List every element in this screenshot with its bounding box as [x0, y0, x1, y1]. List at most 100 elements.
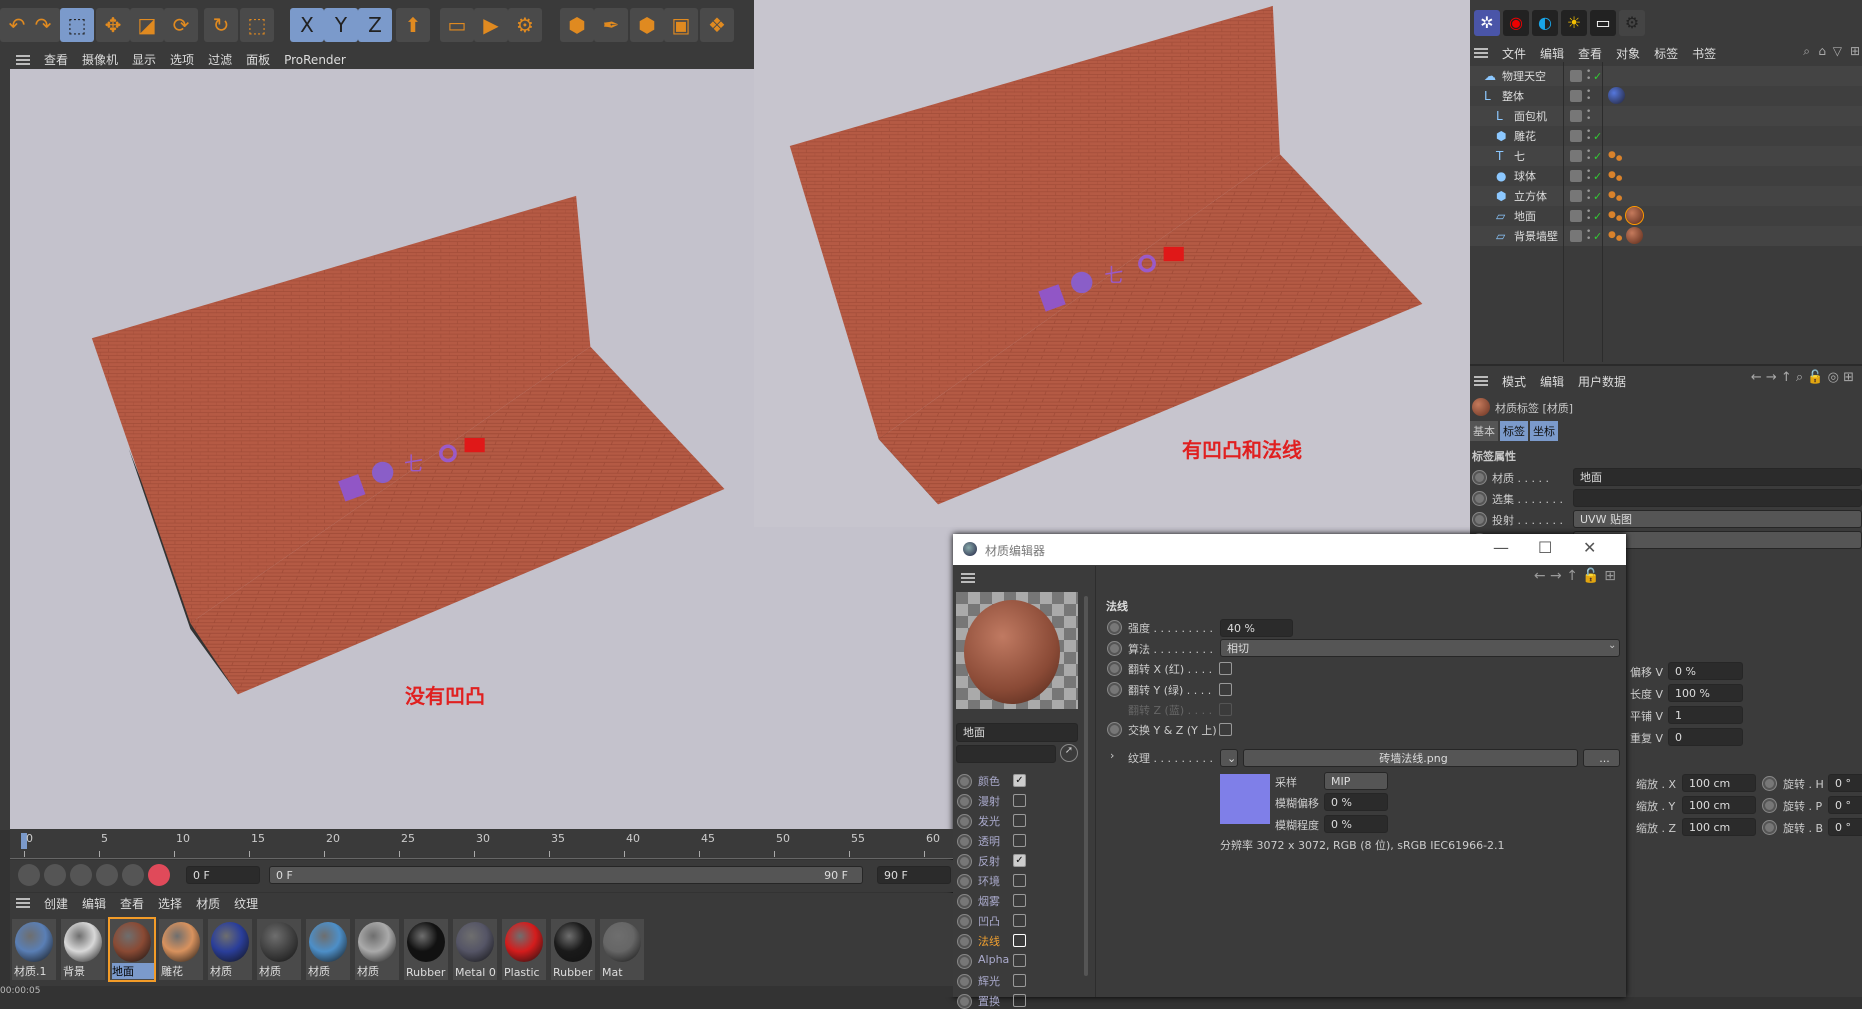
attr-value[interactable]: UVW 贴图	[1573, 510, 1862, 528]
expand-texture-icon[interactable]: ›	[1110, 749, 1114, 762]
flip-y-radio[interactable]	[1108, 683, 1121, 696]
blend-icon[interactable]	[96, 864, 118, 886]
menu-item[interactable]: 查看	[44, 51, 68, 68]
uv-input[interactable]: 100 %	[1668, 684, 1743, 702]
mix-icon[interactable]	[70, 864, 92, 886]
attr-value[interactable]: 地面	[1573, 468, 1862, 486]
home-icon[interactable]: ⌂	[1818, 44, 1826, 58]
edit-toggle[interactable]	[1570, 150, 1582, 162]
edit-toggle[interactable]	[1570, 190, 1582, 202]
current-frame-input[interactable]: 0 F	[186, 866, 260, 884]
autokey-icon[interactable]	[44, 864, 66, 886]
object-row[interactable]: ⬢ 雕花 • • ✓	[1470, 126, 1862, 146]
sampling-dropdown[interactable]: MIP	[1324, 772, 1388, 790]
phong-tag-icon[interactable]: ●●	[1608, 210, 1622, 222]
visibility-dots[interactable]: • •	[1586, 168, 1591, 184]
render-settings-icon[interactable]: ⚙	[508, 8, 542, 42]
channel-7[interactable]: 凹凸	[978, 913, 1000, 929]
x-axis-icon[interactable]: X	[290, 8, 324, 42]
channel-5[interactable]: 环境	[978, 873, 1000, 889]
menu-item[interactable]: 查看	[120, 895, 144, 912]
texture-menu-dropdown[interactable]: ⌄	[1220, 749, 1238, 767]
material-swatch[interactable]: 材质	[306, 919, 350, 980]
object-row[interactable]: T 七 • • ✓ ●●	[1470, 146, 1862, 166]
filter-icon[interactable]: ▽	[1833, 44, 1842, 58]
check-icon[interactable]: ✓	[1593, 150, 1602, 163]
channel-radio[interactable]	[958, 955, 971, 968]
material-swatch[interactable]: 雕花	[159, 919, 203, 980]
menu-item[interactable]: 书签	[1692, 45, 1716, 62]
method-dropdown[interactable]: 相切	[1220, 639, 1620, 657]
channel-4[interactable]: 反射	[978, 853, 1000, 869]
menu-item[interactable]: 选项	[170, 51, 194, 68]
nav-arrows-icon[interactable]: ← → ↑ 🔓 ⊞	[1534, 568, 1616, 584]
channel-checkbox[interactable]	[1013, 794, 1026, 807]
tab-0[interactable]: 基本	[1470, 421, 1498, 441]
menu-item[interactable]: 编辑	[1540, 45, 1564, 62]
texture-file-button[interactable]: 砖墙法线.png	[1243, 749, 1578, 767]
cloner-icon[interactable]: ❖	[700, 8, 734, 42]
phong-tag-icon[interactable]: ●●	[1608, 170, 1622, 182]
edit-toggle[interactable]	[1570, 110, 1582, 122]
phong-tag-icon[interactable]: ●●	[1608, 150, 1622, 162]
channel-0[interactable]: 颜色	[978, 773, 1000, 789]
live-select-icon[interactable]: ⬚	[60, 8, 94, 42]
maximize-button[interactable]: ☐	[1538, 538, 1552, 557]
material-tag-icon[interactable]	[1626, 227, 1643, 244]
channel-checkbox[interactable]	[1013, 874, 1026, 887]
channel-8[interactable]: 法线	[978, 933, 1000, 949]
uv-input[interactable]: 0 %	[1668, 662, 1743, 680]
material-tag-icon[interactable]	[1608, 87, 1625, 104]
edit-toggle[interactable]	[1570, 170, 1582, 182]
sun-icon[interactable]: ☀	[1561, 10, 1587, 36]
channel-checkbox[interactable]	[1013, 834, 1026, 847]
visibility-dots[interactable]: • •	[1586, 148, 1591, 164]
material-tag-icon[interactable]	[1625, 206, 1644, 225]
channel-checkbox[interactable]: ✓	[1013, 854, 1026, 867]
edit-toggle[interactable]	[1570, 210, 1582, 222]
contrast-icon[interactable]: ◐	[1532, 10, 1558, 36]
phong-tag-icon[interactable]: ●●	[1608, 190, 1622, 202]
end-frame-input[interactable]: 90 F	[877, 866, 951, 884]
channel-checkbox[interactable]	[1013, 934, 1026, 947]
shuffle-icon[interactable]	[122, 864, 144, 886]
check-icon[interactable]: ✓	[1593, 170, 1602, 183]
pick-icon[interactable]: ➚	[1060, 744, 1078, 762]
blur-scale-input[interactable]: 0 %	[1324, 815, 1388, 833]
subdivision-icon[interactable]: ⬢	[630, 8, 664, 42]
material-swatch[interactable]: 材质	[208, 919, 252, 980]
channel-radio[interactable]	[958, 975, 971, 988]
menu-item[interactable]: 编辑	[1540, 373, 1564, 390]
scale-input[interactable]: 100 cm	[1682, 796, 1756, 814]
phong-tag-icon[interactable]: ●●	[1608, 230, 1622, 242]
menu-item[interactable]: 选择	[158, 895, 182, 912]
rotate-input[interactable]: 0 °	[1828, 774, 1862, 792]
area-light-icon[interactable]: ▭	[1590, 10, 1616, 36]
swap-yz-radio[interactable]	[1108, 723, 1121, 736]
material-swatch[interactable]: Rubber	[551, 919, 595, 980]
object-row[interactable]: ☁ 物理天空 • • ✓	[1470, 66, 1862, 86]
check-icon[interactable]: ✓	[1593, 210, 1602, 223]
uv-input[interactable]: 1	[1668, 706, 1743, 724]
redo-icon[interactable]: ↷	[26, 8, 60, 42]
rotate-icon[interactable]: ⟳	[164, 8, 198, 42]
channel-checkbox[interactable]	[1013, 894, 1026, 907]
channel-radio[interactable]	[958, 815, 971, 828]
visibility-dots[interactable]: • •	[1586, 108, 1591, 124]
psr-icon[interactable]: ↻	[204, 8, 238, 42]
channel-9[interactable]: Alpha	[978, 953, 1009, 966]
channel-radio[interactable]	[958, 935, 971, 948]
material-swatch[interactable]: Plastic	[502, 919, 546, 980]
channel-2[interactable]: 发光	[978, 813, 1000, 829]
menu-icon[interactable]	[16, 898, 30, 908]
tab-1[interactable]: 标签	[1500, 421, 1528, 441]
channel-checkbox[interactable]	[1013, 974, 1026, 987]
channel-checkbox[interactable]	[1013, 954, 1026, 967]
channel-6[interactable]: 烟雾	[978, 893, 1000, 909]
material-swatch[interactable]: Rubber	[404, 919, 448, 980]
object-row[interactable]: L 面包机 • •	[1470, 106, 1862, 126]
camera-icon[interactable]: ◉	[1503, 10, 1529, 36]
method-anim-radio[interactable]	[1108, 642, 1121, 655]
check-icon[interactable]: ✓	[1593, 190, 1602, 203]
keyframe-icon[interactable]	[18, 864, 40, 886]
